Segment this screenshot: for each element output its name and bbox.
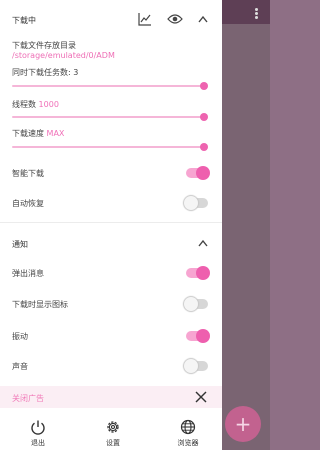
background-toolbar bbox=[222, 0, 270, 24]
show-icon-label: 下载时显示图标 bbox=[12, 300, 68, 309]
power-icon bbox=[31, 420, 45, 435]
smart-download-label: 智能下载 bbox=[12, 169, 44, 178]
threads-label: 线程数 1000 bbox=[12, 99, 59, 110]
vibrate-toggle[interactable] bbox=[186, 329, 210, 343]
browser-label: 浏览器 bbox=[177, 439, 199, 447]
threads-slider[interactable] bbox=[12, 113, 208, 121]
globe-icon bbox=[180, 419, 196, 435]
settings-drawer: 下载中 下载文件存放目录 /storage/emulated/0/ADM 同时下… bbox=[0, 0, 222, 450]
section-divider bbox=[0, 222, 222, 223]
bottom-nav: 退出 设置 浏览器 bbox=[0, 410, 222, 450]
close-icon[interactable] bbox=[195, 391, 207, 403]
speed-slider[interactable] bbox=[12, 143, 208, 151]
auto-resume-label: 自动恢复 bbox=[12, 199, 44, 208]
notify-section-header: 通知 bbox=[0, 230, 222, 256]
slider-knob[interactable] bbox=[200, 82, 208, 90]
settings-button[interactable]: 设置 bbox=[83, 410, 143, 450]
slider-knob[interactable] bbox=[200, 113, 208, 121]
vibrate-label: 振动 bbox=[12, 332, 28, 341]
chart-icon[interactable] bbox=[138, 12, 152, 26]
toggle-knob[interactable] bbox=[184, 359, 198, 373]
download-section-title: 下载中 bbox=[12, 16, 36, 25]
toggle-knob[interactable] bbox=[196, 166, 210, 180]
toggle-knob[interactable] bbox=[196, 329, 210, 343]
exit-label: 退出 bbox=[31, 439, 45, 447]
threads-label-text: 线程数 bbox=[12, 100, 36, 109]
popup-message-label: 弹出消息 bbox=[12, 269, 44, 278]
concurrent-tasks-slider[interactable] bbox=[12, 82, 208, 90]
threads-value: 1000 bbox=[38, 100, 59, 109]
eye-icon[interactable] bbox=[167, 13, 183, 25]
speed-value: MAX bbox=[46, 129, 65, 138]
smart-download-toggle[interactable] bbox=[186, 166, 210, 180]
show-icon-toggle[interactable] bbox=[184, 297, 208, 311]
settings-label: 设置 bbox=[106, 439, 120, 447]
chevron-up-icon[interactable] bbox=[198, 239, 208, 247]
storage-dir-path[interactable]: /storage/emulated/0/ADM bbox=[12, 51, 115, 60]
concurrent-tasks-label: 同时下载任务数: 3 bbox=[12, 68, 79, 77]
exit-button[interactable]: 退出 bbox=[8, 410, 68, 450]
toggle-knob[interactable] bbox=[184, 297, 198, 311]
background-content bbox=[222, 0, 270, 450]
auto-resume-toggle[interactable] bbox=[184, 196, 208, 210]
gear-icon bbox=[107, 421, 119, 433]
close-ads-label[interactable]: 关闭广告 bbox=[12, 393, 44, 404]
sound-toggle[interactable] bbox=[184, 359, 208, 373]
speed-label-text: 下载速度 bbox=[12, 129, 44, 138]
add-download-fab[interactable]: + bbox=[225, 406, 261, 442]
browser-button[interactable]: 浏览器 bbox=[158, 410, 218, 450]
slider-knob[interactable] bbox=[200, 143, 208, 151]
ad-banner[interactable]: 关闭广告 bbox=[0, 386, 222, 408]
notify-section-title: 通知 bbox=[12, 240, 28, 249]
sound-label: 声音 bbox=[12, 362, 28, 371]
overflow-menu-icon bbox=[255, 8, 258, 11]
toggle-knob[interactable] bbox=[184, 196, 198, 210]
speed-label: 下载速度 MAX bbox=[12, 128, 64, 139]
storage-dir-label: 下载文件存放目录 bbox=[12, 41, 76, 50]
download-section-header: 下载中 bbox=[0, 6, 222, 32]
chevron-up-icon[interactable] bbox=[198, 15, 208, 23]
toggle-knob[interactable] bbox=[196, 266, 210, 280]
popup-message-toggle[interactable] bbox=[186, 266, 210, 280]
